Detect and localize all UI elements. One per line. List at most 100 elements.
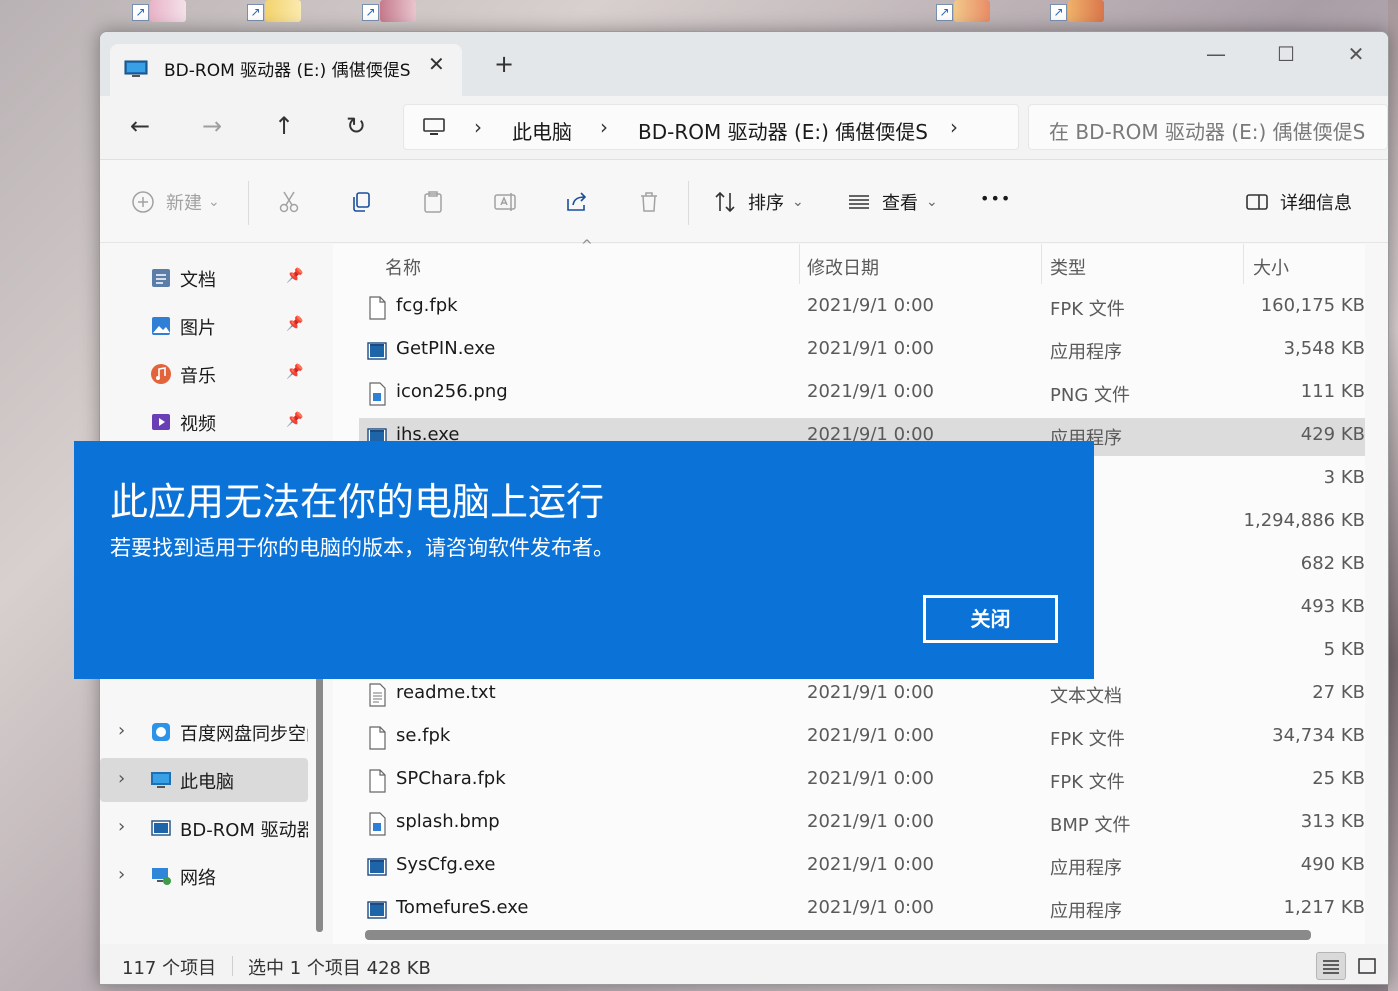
file-date: 2021/9/1 0:00 <box>807 897 934 918</box>
trash-icon <box>641 192 657 212</box>
details-view-button[interactable] <box>1316 952 1346 980</box>
view-button[interactable]: 查看 ⌄ <box>846 189 938 215</box>
file-type: FPK 文件 <box>1050 772 1125 793</box>
address-bar[interactable]: › 此电脑 › BD-ROM 驱动器 (E:) 偊偡偄偍S › <box>403 104 1019 150</box>
sidebar-item-videos[interactable]: 视频 📌 <box>100 400 308 444</box>
file-name: icon256.png <box>396 381 508 402</box>
file-row[interactable]: splash.bmp 2021/9/1 0:00 BMP 文件 313 KB <box>359 805 1365 843</box>
column-header-type[interactable]: 类型 <box>1050 254 1086 280</box>
breadcrumb-separator[interactable]: › <box>474 115 482 139</box>
shortcut-thumbnail <box>1068 0 1104 22</box>
more-options-button[interactable]: ••• <box>980 189 1011 208</box>
chevron-right-icon[interactable]: › <box>118 816 125 837</box>
column-header-date[interactable]: 修改日期 <box>807 254 879 280</box>
column-divider[interactable] <box>1243 244 1244 284</box>
maximize-button[interactable]: ☐ <box>1266 42 1306 66</box>
desktop-shortcut[interactable]: ↗ <box>360 0 416 22</box>
close-button[interactable]: 关闭 <box>923 595 1058 643</box>
pin-icon: 📌 <box>286 412 304 428</box>
more-icon: ••• <box>980 189 1012 208</box>
file-row[interactable]: SPChara.fpk 2021/9/1 0:00 FPK 文件 25 KB <box>359 762 1365 800</box>
desktop-shortcut[interactable]: ↗ <box>245 0 301 22</box>
up-button[interactable]: ↑ <box>266 112 302 140</box>
horizontal-scrollbar[interactable] <box>365 930 1311 940</box>
sort-button[interactable]: 排序 ⌄ <box>712 189 804 215</box>
sidebar-item-label: 此电脑 <box>180 772 234 793</box>
tab-title: BD-ROM 驱动器 (E:) 偊偡偄偍S <box>164 61 411 81</box>
copy-button[interactable] <box>348 189 374 215</box>
baidu-netdisk-icon <box>152 723 170 741</box>
clipboard-icon <box>424 191 442 213</box>
file-row[interactable]: SysCfg.exe 2021/9/1 0:00 应用程序 490 KB <box>359 848 1365 886</box>
dialog-title: 此应用无法在你的电脑上运行 <box>110 480 605 524</box>
file-size: 3,548 KB <box>1283 338 1365 359</box>
details-pane-button[interactable]: 详细信息 <box>1244 189 1352 215</box>
file-size: 429 KB <box>1300 424 1365 445</box>
file-row[interactable]: se.fpk 2021/9/1 0:00 FPK 文件 34,734 KB <box>359 719 1365 757</box>
sidebar-item-baidu-netdisk[interactable]: › 百度网盘同步空间 <box>100 710 308 754</box>
file-type: 应用程序 <box>1050 858 1122 879</box>
file-name: SysCfg.exe <box>396 854 496 875</box>
file-date: 2021/9/1 0:00 <box>807 338 934 359</box>
breadcrumb-separator[interactable]: › <box>600 115 608 139</box>
toolbar-divider <box>248 181 249 225</box>
desktop-shortcut[interactable]: ↗ <box>130 0 186 22</box>
text-file-icon <box>369 683 386 707</box>
column-divider[interactable] <box>799 244 800 284</box>
sidebar-item-music[interactable]: 音乐 📌 <box>100 352 308 396</box>
sidebar-item-this-pc[interactable]: › 此电脑 <box>100 758 308 802</box>
desktop-shortcut[interactable]: ↗ <box>934 0 990 22</box>
forward-button[interactable]: → <box>194 112 230 140</box>
column-divider[interactable] <box>1041 244 1042 284</box>
file-type: BMP 文件 <box>1050 815 1131 836</box>
sidebar-item-documents[interactable]: 文档 📌 <box>100 256 308 300</box>
file-size: 27 KB <box>1312 682 1365 703</box>
delete-button[interactable] <box>636 189 662 215</box>
shortcut-arrow-icon: ↗ <box>247 4 264 21</box>
shortcut-thumbnail <box>380 0 416 22</box>
shortcut-arrow-icon: ↗ <box>132 4 149 21</box>
file-size: 3 KB <box>1323 467 1365 488</box>
desktop-shortcut[interactable]: ↗ <box>1048 0 1104 22</box>
chevron-right-icon[interactable]: › <box>118 864 125 885</box>
file-size: 313 KB <box>1300 811 1365 832</box>
search-input[interactable]: 在 BD-ROM 驱动器 (E:) 偊偡偄偍S <box>1049 116 1365 145</box>
column-header-size[interactable]: 大小 <box>1253 254 1289 280</box>
column-header-name[interactable]: 名称 <box>385 254 421 280</box>
file-row[interactable]: fcg.fpk 2021/9/1 0:00 FPK 文件 160,175 KB <box>359 289 1365 327</box>
file-type: 应用程序 <box>1050 342 1122 363</box>
paste-button[interactable] <box>420 189 446 215</box>
pin-icon: 📌 <box>286 316 304 332</box>
file-row[interactable]: TomefureS.exe 2021/9/1 0:00 应用程序 1,217 KB <box>359 891 1365 929</box>
navigation-bar: ← → ↑ ↻ › 此电脑 › BD-ROM 驱动器 (E:) 偊偡偄偍S › … <box>100 96 1388 160</box>
file-date: 2021/9/1 0:00 <box>807 295 934 316</box>
new-button[interactable]: 新建 ⌄ <box>130 189 220 215</box>
share-button[interactable] <box>564 189 590 215</box>
refresh-button[interactable]: ↻ <box>338 112 374 140</box>
breadcrumb-bd-rom[interactable]: BD-ROM 驱动器 (E:) 偊偡偄偍S <box>638 116 928 145</box>
sidebar-item-pictures[interactable]: 图片 📌 <box>100 304 308 348</box>
chevron-right-icon[interactable]: › <box>118 768 125 789</box>
breadcrumb-this-pc[interactable]: 此电脑 <box>512 116 572 145</box>
view-label: 查看 <box>882 193 918 214</box>
bd-rom-drive-icon <box>151 820 171 836</box>
rename-button[interactable] <box>492 189 518 215</box>
file-row[interactable]: icon256.png 2021/9/1 0:00 PNG 文件 111 KB <box>359 375 1365 413</box>
search-box[interactable]: 在 BD-ROM 驱动器 (E:) 偊偡偄偍S <box>1028 104 1388 150</box>
minimize-button[interactable]: — <box>1196 42 1236 66</box>
sidebar-item-network[interactable]: › 网络 <box>100 854 308 898</box>
documents-icon <box>152 269 170 287</box>
close-window-button[interactable]: ✕ <box>1336 42 1376 66</box>
breadcrumb-separator[interactable]: › <box>950 115 958 139</box>
file-row[interactable]: GetPIN.exe 2021/9/1 0:00 应用程序 3,548 KB <box>359 332 1365 370</box>
back-button[interactable]: ← <box>122 112 158 140</box>
tab-bd-rom[interactable]: BD-ROM 驱动器 (E:) 偊偡偄偍S ✕ <box>110 44 462 96</box>
file-row[interactable]: readme.txt 2021/9/1 0:00 文本文档 27 KB <box>359 676 1365 714</box>
tab-close-icon[interactable]: ✕ <box>428 52 445 76</box>
tiles-view-button[interactable] <box>1352 952 1382 980</box>
sidebar-item-bd-rom[interactable]: › BD-ROM 驱动器 (E:) <box>100 806 308 850</box>
cut-button[interactable] <box>276 189 302 215</box>
new-tab-button[interactable]: + <box>494 50 514 78</box>
chevron-right-icon[interactable]: › <box>118 720 125 741</box>
file-name: TomefureS.exe <box>396 897 529 918</box>
